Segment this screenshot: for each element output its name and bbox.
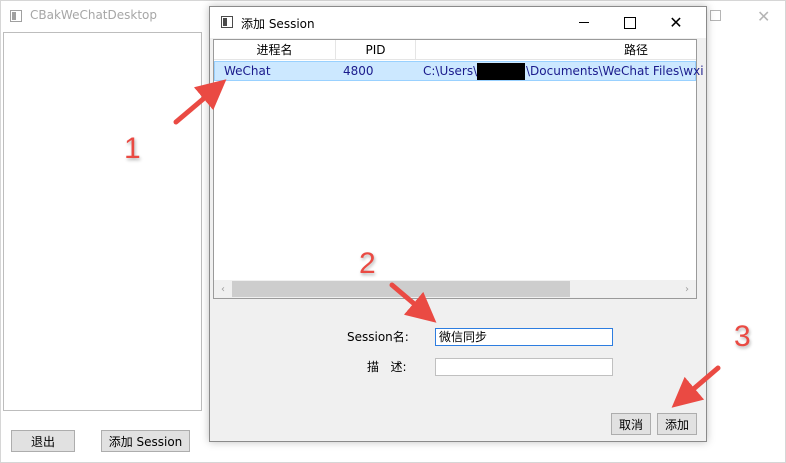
main-close-icon[interactable]: ✕ (757, 7, 770, 26)
main-maximize-icon[interactable] (710, 10, 721, 21)
dialog-window-icon (221, 16, 233, 28)
redaction-box (477, 63, 525, 80)
description-label: 描 述: (367, 360, 407, 374)
annotation-marker-1: 1 (124, 132, 141, 165)
add-button[interactable]: 添加 (657, 413, 697, 435)
list-header: 进程名 PID 路径 (214, 40, 696, 60)
minimize-icon[interactable] (561, 7, 607, 38)
column-header-path[interactable]: 路径 (416, 40, 696, 60)
session-name-label: Session名: (347, 330, 409, 344)
scroll-right-icon[interactable]: › (678, 280, 696, 298)
description-input[interactable] (435, 358, 613, 376)
add-session-dialog: 添加 Session ✕ 进程名 PID 路径 WeChat 4800 C:\U… (209, 6, 707, 442)
cell-process: WeChat (224, 64, 271, 78)
scroll-thumb[interactable] (232, 281, 570, 297)
dialog-title: 添加 Session (241, 17, 315, 31)
cell-path-suffix: \Documents\WeChat Files\wxi (526, 64, 704, 78)
exit-button[interactable]: 退出 (11, 430, 75, 452)
process-list[interactable]: 进程名 PID 路径 WeChat 4800 C:\Users\ \Docume… (213, 39, 704, 299)
column-header-process[interactable]: 进程名 (214, 40, 336, 60)
column-header-pid[interactable]: PID (336, 40, 416, 60)
app-window-icon (10, 10, 22, 22)
horizontal-scrollbar[interactable]: ‹ › (214, 280, 696, 298)
add-session-button[interactable]: 添加 Session (101, 430, 190, 452)
maximize-icon[interactable] (607, 7, 653, 38)
cell-path-prefix: C:\Users\ (423, 64, 478, 78)
session-list[interactable] (3, 32, 202, 411)
close-icon[interactable]: ✕ (653, 7, 699, 38)
table-row[interactable]: WeChat 4800 C:\Users\ \Documents\WeChat … (214, 61, 704, 81)
main-window-title: CBakWeChatDesktop (30, 8, 157, 22)
annotation-marker-3: 3 (734, 320, 751, 353)
session-name-input[interactable]: 微信同步 (435, 328, 613, 346)
dialog-titlebar: 添加 Session ✕ (210, 7, 706, 38)
scroll-left-icon[interactable]: ‹ (214, 280, 232, 298)
cancel-button[interactable]: 取消 (611, 413, 651, 435)
cell-pid: 4800 (343, 64, 374, 78)
annotation-marker-2: 2 (359, 247, 376, 280)
